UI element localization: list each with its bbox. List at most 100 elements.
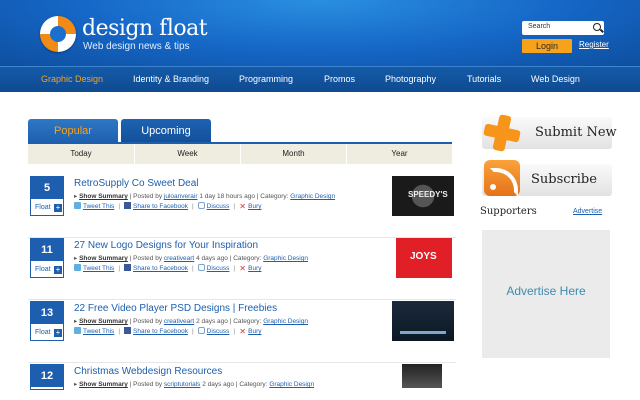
ad-placeholder[interactable]: Advertise Here	[482, 230, 610, 358]
facebook-share-link[interactable]: Share to Facebook	[133, 328, 188, 335]
nav-item-photography[interactable]: Photography	[385, 74, 436, 84]
register-link[interactable]: Register	[579, 40, 609, 49]
period-year[interactable]: Year	[346, 144, 452, 164]
vote-box: 11 Float +	[30, 238, 64, 278]
submit-new-label[interactable]: Submit New	[535, 125, 617, 140]
discuss-link[interactable]: Discuss	[207, 203, 230, 210]
story-thumbnail[interactable]	[402, 364, 442, 388]
period-week[interactable]: Week	[134, 144, 240, 164]
story-title[interactable]: Christmas Webdesign Resources	[74, 366, 222, 377]
story-title[interactable]: RetroSupply Co Sweet Deal	[74, 178, 199, 189]
nav-item-web-design[interactable]: Web Design	[531, 74, 580, 84]
tab-upcoming[interactable]: Upcoming	[121, 119, 211, 143]
separator: |	[233, 328, 236, 335]
story-meta: ▸ Show Summary | Posted by creativeart 2…	[74, 318, 308, 325]
separator: |	[118, 328, 121, 335]
facebook-share-link[interactable]: Share to Facebook	[133, 203, 188, 210]
category-label: Category:	[239, 381, 268, 388]
vote-count: 11	[31, 239, 63, 261]
plus-icon: +	[54, 265, 62, 274]
float-label: Float	[35, 329, 51, 336]
nav-item-tutorials[interactable]: Tutorials	[467, 74, 501, 84]
post-time: 2 days ago	[202, 381, 234, 388]
show-summary-link[interactable]: Show Summary	[79, 255, 128, 262]
posted-by-label: Posted by	[133, 193, 163, 200]
bury-x-icon: ✕	[239, 327, 246, 336]
category-link[interactable]: Graphic Design	[263, 318, 308, 325]
author-link[interactable]: scriptutorials	[164, 381, 200, 388]
subscribe-label[interactable]: Subscribe	[531, 172, 597, 187]
vote-box: 13 Float +	[30, 301, 64, 341]
float-button[interactable]: Float +	[33, 263, 63, 277]
discuss-link[interactable]: Discuss	[207, 328, 230, 335]
period-month[interactable]: Month	[240, 144, 346, 164]
search-placeholder: Search	[528, 23, 551, 30]
story-meta: ▸ Show Summary | Posted by creativeart 4…	[74, 255, 308, 262]
life-ring-logo-icon[interactable]	[40, 16, 76, 52]
story-title[interactable]: 27 New Logo Designs for Your Inspiration	[74, 240, 258, 251]
story-item: 12 Christmas Webdesign Resources ▸ Show …	[28, 364, 456, 400]
rss-feed-icon[interactable]	[484, 160, 520, 196]
show-summary-link[interactable]: Show Summary	[79, 193, 128, 200]
category-link[interactable]: Graphic Design	[290, 193, 335, 200]
separator: |	[118, 203, 121, 210]
author-link[interactable]: juloanverair	[164, 193, 198, 200]
story-thumbnail[interactable]	[392, 301, 454, 341]
float-button[interactable]: Float +	[33, 326, 63, 340]
float-label: Float	[35, 204, 51, 211]
tweet-link[interactable]: Tweet This	[83, 328, 114, 335]
discuss-link[interactable]: Discuss	[207, 265, 230, 272]
separator: |	[233, 203, 236, 210]
separator: |	[191, 328, 194, 335]
story-item: 13 Float + 22 Free Video Player PSD Desig…	[28, 301, 456, 363]
tweet-link[interactable]: Tweet This	[83, 203, 114, 210]
tweet-link[interactable]: Tweet This	[83, 265, 114, 272]
comment-bubble-icon	[197, 202, 205, 209]
vote-box: 12	[30, 364, 64, 390]
float-button[interactable]: Float +	[33, 201, 63, 215]
comment-bubble-icon	[197, 327, 205, 334]
nav-item-graphic-design[interactable]: Graphic Design	[41, 74, 103, 84]
category-link[interactable]: Graphic Design	[263, 255, 308, 262]
separator: |	[191, 265, 194, 272]
site-tagline: Web design news & tips	[83, 41, 190, 52]
show-summary-link[interactable]: Show Summary	[79, 318, 128, 325]
separator: |	[191, 203, 194, 210]
story-title[interactable]: 22 Free Video Player PSD Designs | Freeb…	[74, 303, 277, 314]
twitter-icon	[74, 327, 81, 334]
site-logo-text[interactable]: design float	[82, 17, 208, 41]
separator: |	[233, 265, 236, 272]
search-input[interactable]: Search	[522, 21, 604, 35]
search-icon[interactable]	[593, 23, 601, 31]
story-divider	[28, 299, 456, 300]
nav-item-identity-branding[interactable]: Identity & Branding	[133, 74, 209, 84]
bury-link[interactable]: Bury	[248, 265, 261, 272]
author-link[interactable]: creativeart	[164, 318, 194, 325]
story-meta: ▸ Show Summary | Posted by juloanverair …	[74, 193, 336, 200]
vote-count: 13	[31, 302, 63, 324]
posted-by-label: Posted by	[133, 255, 163, 262]
bury-link[interactable]: Bury	[248, 328, 261, 335]
nav-item-promos[interactable]: Promos	[324, 74, 355, 84]
plus-icon[interactable]	[482, 113, 522, 153]
post-time: 2 days ago	[196, 318, 228, 325]
plus-icon: +	[54, 203, 62, 212]
category-link[interactable]: Graphic Design	[269, 381, 314, 388]
advertise-link[interactable]: Advertise	[573, 208, 602, 215]
thumbnail-text: SPEEDY'S	[408, 190, 448, 199]
site-header: design float Web design news & tips Sear…	[0, 0, 640, 66]
nav-item-programming[interactable]: Programming	[239, 74, 293, 84]
author-link[interactable]: creativeart	[164, 255, 194, 262]
period-today[interactable]: Today	[28, 144, 134, 164]
show-summary-link[interactable]: Show Summary	[79, 381, 128, 388]
tab-popular[interactable]: Popular	[28, 119, 118, 143]
story-thumbnail[interactable]: JOYS	[396, 238, 452, 278]
facebook-icon	[124, 264, 132, 271]
facebook-share-link[interactable]: Share to Facebook	[133, 265, 188, 272]
login-button[interactable]: Login	[522, 39, 572, 53]
category-nav: Graphic Design Identity & Branding Progr…	[0, 66, 640, 92]
story-meta: ▸ Show Summary | Posted by scriptutorial…	[74, 381, 315, 388]
category-label: Category:	[233, 255, 262, 262]
bury-link[interactable]: Bury	[248, 203, 261, 210]
story-thumbnail[interactable]: SPEEDY'S	[392, 176, 454, 216]
